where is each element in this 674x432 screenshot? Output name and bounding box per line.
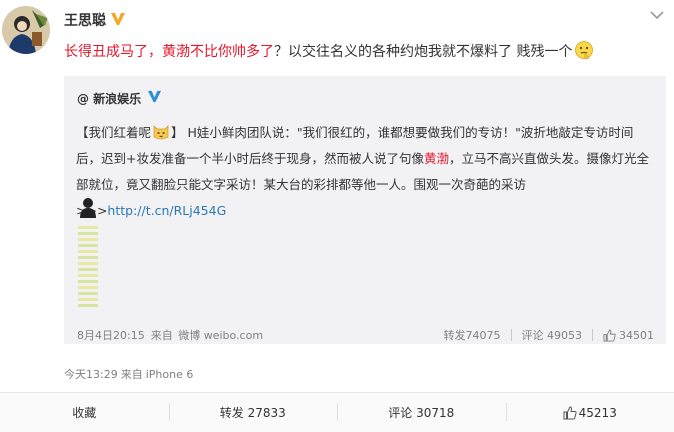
like-count: 45213 <box>578 405 617 420</box>
weibo-post-card: 王思聪 长得丑成马了，黄渤不比你帅多了？以交往名义的各种约炮我就不爆料了 贱残一… <box>0 0 674 432</box>
repost-like-button[interactable]: 34501 <box>603 329 654 342</box>
thumbs-up-icon <box>603 328 616 342</box>
like-button[interactable]: 45213 <box>505 393 674 432</box>
post-text-rest: ？以交往名义的各种约炮我就不爆料了 贱残一个 <box>274 44 573 60</box>
repost-link[interactable]: http://t.cn/RLj454G <box>107 203 226 218</box>
comment-count: 30718 <box>416 405 455 420</box>
avatar[interactable] <box>2 6 50 54</box>
post-device: iPhone 6 <box>145 368 194 381</box>
divider <box>510 329 512 341</box>
post-from-label: 来自 <box>120 368 143 381</box>
repost-from-label: 来自 <box>150 329 173 342</box>
repost-source-app[interactable]: 微博 weibo.com <box>178 329 263 342</box>
favorite-button[interactable]: 收藏 <box>0 393 169 432</box>
repost-date[interactable]: 8月4日20:15 <box>77 329 145 342</box>
repost-tag-open: 【我们红着呢 <box>76 125 152 140</box>
divider <box>592 329 593 341</box>
repost-count: 27833 <box>247 405 286 420</box>
cat-emoji-icon <box>153 125 169 140</box>
repost-text: 【我们红着呢 】 H娃小鲜肉团队说："我们很红的，谁都想要做我们的专访！"波折地… <box>76 120 656 224</box>
repost-repost-count: 74075 <box>465 328 501 342</box>
repost-repost-button[interactable]: 转发 74075 <box>444 327 501 343</box>
comment-button[interactable]: 评论 30718 <box>337 393 506 432</box>
username[interactable]: 王思聪 <box>64 10 106 30</box>
repost-like-count: 34501 <box>619 328 654 342</box>
repost-comment-count: 49053 <box>547 328 582 342</box>
thumbs-up-icon <box>563 405 577 419</box>
post-text-highlight: 长得丑成马了，黄渤不比你帅多了 <box>64 44 274 60</box>
chevron-down-icon[interactable] <box>649 10 665 20</box>
verified-blue-icon <box>147 90 162 103</box>
thinking-emoji-icon <box>575 41 594 60</box>
repost-mention-name[interactable]: 黄渤 <box>424 151 449 166</box>
post-time[interactable]: 今天13:29 <box>64 368 118 381</box>
repost-meta: 8月4日20:15 来自 微博 weibo.com <box>77 327 265 343</box>
repost-tag-close: 】 <box>171 125 184 140</box>
repost-button[interactable]: 转发 27833 <box>168 393 338 432</box>
comment-label: 评论 <box>388 406 413 420</box>
repost-comment-label: 评论 <box>521 329 544 342</box>
post-action-bar: 收藏 转发 27833 评论 30718 45213 <box>0 392 674 432</box>
post-meta: 今天13:29 来自 iPhone 6 <box>64 366 196 382</box>
reposted-post: @ 新浪娱乐 【我们红着呢 】 H娃小鲜肉团队说："我们很红的，谁都想要做我们的… <box>64 76 666 344</box>
repost-thumbnail-image[interactable] <box>77 196 99 308</box>
repost-repost-label: 转发 <box>443 329 466 342</box>
repost-comment-button[interactable]: 评论 49053 <box>522 327 583 343</box>
repost-label: 转发 <box>219 406 244 420</box>
post-text: 长得丑成马了，黄渤不比你帅多了？以交往名义的各种约炮我就不爆料了 贱残一个 <box>64 40 664 62</box>
favorite-label: 收藏 <box>72 406 97 420</box>
verified-icon <box>111 13 125 25</box>
repost-actions: 转发 74075 评论 49053 34501 <box>444 327 655 343</box>
repost-author[interactable]: @ 新浪娱乐 <box>77 90 141 107</box>
